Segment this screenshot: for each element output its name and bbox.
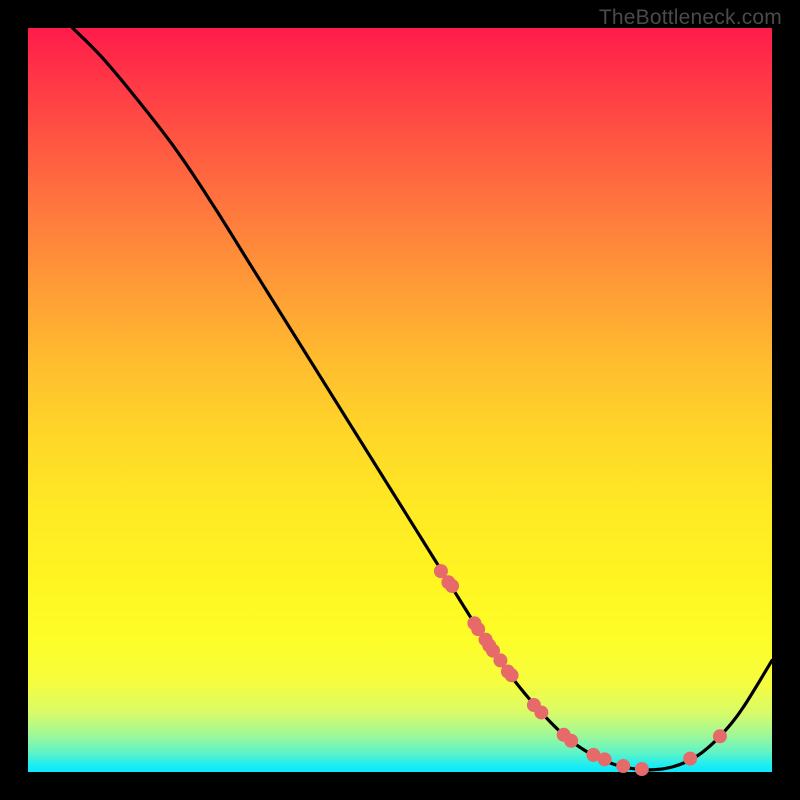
data-point [616,759,630,773]
data-point [713,729,727,743]
data-points-group [434,564,727,776]
watermark-text: TheBottleneck.com [599,6,782,30]
data-point [564,734,578,748]
data-point [445,579,459,593]
data-point [598,752,612,766]
data-point [534,705,548,719]
data-point [683,752,697,766]
data-point [505,668,519,682]
chart-svg [28,28,772,772]
bottleneck-curve [73,28,772,770]
plot-gradient-area [28,28,772,772]
data-point [635,762,649,776]
